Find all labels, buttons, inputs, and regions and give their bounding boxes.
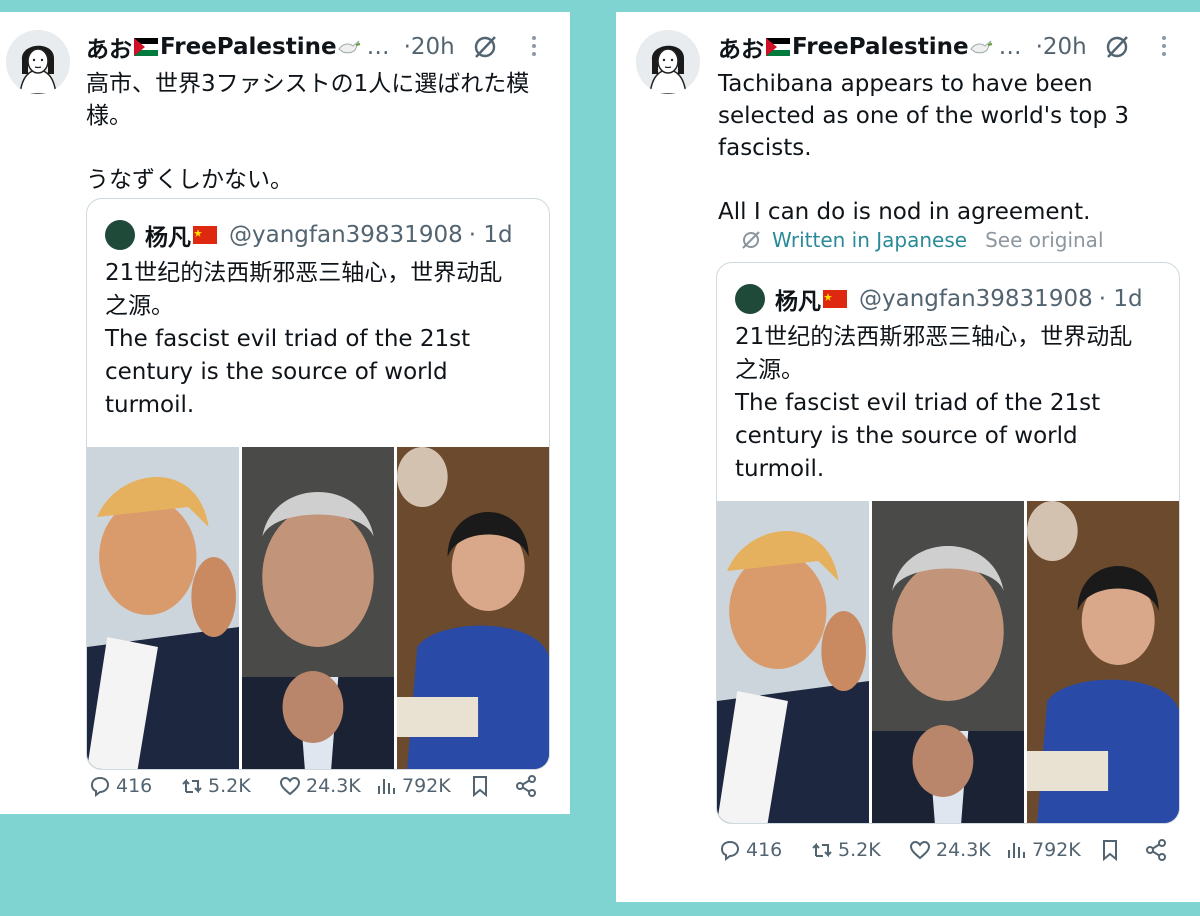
quoted-display-name[interactable]: 杨凡 xyxy=(145,218,191,252)
share-button[interactable] xyxy=(514,774,538,798)
like-count: 24.3K xyxy=(306,775,361,797)
views-icon xyxy=(1008,843,1025,858)
more-icon[interactable] xyxy=(530,34,538,58)
post-text: 高市、世界3ファシストの1人に選ばれた模 様。 うなずくしかない。 xyxy=(86,71,530,193)
repost-button[interactable]: 5.2K xyxy=(180,774,278,798)
quoted-image[interactable] xyxy=(717,501,1179,823)
like-button[interactable]: 24.3K xyxy=(908,838,1004,862)
palestine-flag-icon xyxy=(134,38,158,56)
grok-icon[interactable] xyxy=(1103,33,1131,61)
grok-icon[interactable] xyxy=(471,33,499,61)
post-japanese: あお FreePalestine … ·20h 高市、世界3ファシストの1人に選… xyxy=(0,12,570,814)
written-in-japanese-link[interactable]: Written in Japanese xyxy=(772,228,967,252)
dove-icon xyxy=(337,40,360,54)
avatar[interactable] xyxy=(6,30,70,94)
quoted-handle[interactable]: @yangfan39831908 xyxy=(859,286,1093,312)
action-bar: 416 5.2K 24.3K 792K xyxy=(718,838,1178,862)
view-count: 792K xyxy=(1032,839,1081,861)
post-text-translated: Tachibana appears to have been selected … xyxy=(718,71,1130,225)
display-name[interactable]: あお xyxy=(718,30,764,64)
quoted-text: 21世纪的法西斯邪恶三轴心，世界动乱 之源。 The fascist evil … xyxy=(735,324,1133,482)
share-icon xyxy=(516,775,536,797)
repost-count: 5.2K xyxy=(838,839,881,861)
see-original-link[interactable]: See original xyxy=(985,228,1103,252)
photo-panel-3 xyxy=(394,447,549,769)
dove-icon xyxy=(969,40,992,54)
quoted-header: 杨凡 @yangfan39831908 · 1d xyxy=(735,281,1143,317)
quoted-time[interactable]: · 1d xyxy=(469,222,513,248)
view-count: 792K xyxy=(402,775,451,797)
reply-count: 416 xyxy=(746,839,783,861)
reply-icon xyxy=(720,840,740,861)
china-flag-icon xyxy=(193,226,217,244)
post-translated: あお FreePalestine … ·20h Tachibana appear… xyxy=(616,12,1200,902)
reply-button[interactable]: 416 xyxy=(718,838,810,862)
bookmark-button[interactable] xyxy=(1098,838,1144,862)
palestine-flag-icon xyxy=(766,38,790,56)
quoted-image[interactable] xyxy=(87,447,549,769)
post-header: あお FreePalestine … ·20h xyxy=(718,30,1184,64)
views-button[interactable]: 792K xyxy=(1004,838,1098,862)
photo-panel-3 xyxy=(1024,501,1179,823)
display-name[interactable]: あお xyxy=(86,30,132,64)
heart-icon xyxy=(279,776,301,796)
avatar[interactable] xyxy=(636,30,700,94)
quoted-post[interactable]: 杨凡 @yangfan39831908 · 1d 21世纪的法西斯邪恶三轴心，世… xyxy=(716,262,1180,824)
quoted-avatar[interactable] xyxy=(735,284,765,314)
repost-count: 5.2K xyxy=(208,775,251,797)
photo-panel-2 xyxy=(239,447,394,769)
name-ellipsis: … xyxy=(366,34,390,60)
reply-button[interactable]: 416 xyxy=(88,774,180,798)
photo-panel-1 xyxy=(717,501,869,823)
repost-icon xyxy=(812,842,832,858)
quoted-handle[interactable]: @yangfan39831908 xyxy=(229,222,463,248)
bookmark-button[interactable] xyxy=(468,774,514,798)
more-icon[interactable] xyxy=(1160,34,1168,58)
quoted-text: 21世纪的法西斯邪恶三轴心，世界动乱 之源。 The fascist evil … xyxy=(105,260,503,418)
quoted-display-name[interactable]: 杨凡 xyxy=(775,282,821,316)
translate-icon xyxy=(742,231,760,249)
display-name-suffix[interactable]: FreePalestine xyxy=(792,34,969,60)
post-time[interactable]: ·20h xyxy=(1036,34,1087,60)
bookmark-icon xyxy=(1103,840,1117,862)
repost-button[interactable]: 5.2K xyxy=(810,838,908,862)
display-name-suffix[interactable]: FreePalestine xyxy=(160,34,337,60)
reply-icon xyxy=(90,776,110,797)
views-icon xyxy=(378,779,395,794)
views-button[interactable]: 792K xyxy=(374,774,468,798)
name-ellipsis: … xyxy=(998,34,1022,60)
like-count: 24.3K xyxy=(936,839,991,861)
share-icon xyxy=(1146,839,1166,861)
photo-panel-2 xyxy=(869,501,1024,823)
translation-notice: Written in Japanese See original xyxy=(740,228,1104,252)
repost-icon xyxy=(182,778,202,794)
quoted-post[interactable]: 杨凡 @yangfan39831908 · 1d 21世纪的法西斯邪恶三轴心，世… xyxy=(86,198,550,770)
photo-panel-1 xyxy=(87,447,239,769)
china-flag-icon xyxy=(823,290,847,308)
post-time[interactable]: ·20h xyxy=(404,34,455,60)
post-header: あお FreePalestine … ·20h xyxy=(86,30,554,64)
share-button[interactable] xyxy=(1144,838,1168,862)
heart-icon xyxy=(909,840,931,860)
action-bar: 416 5.2K 24.3K 792K xyxy=(88,774,548,798)
quoted-time[interactable]: · 1d xyxy=(1099,286,1143,312)
bookmark-icon xyxy=(473,776,487,798)
reply-count: 416 xyxy=(116,775,153,797)
like-button[interactable]: 24.3K xyxy=(278,774,374,798)
quoted-avatar[interactable] xyxy=(105,220,135,250)
quoted-header: 杨凡 @yangfan39831908 · 1d xyxy=(105,217,513,253)
